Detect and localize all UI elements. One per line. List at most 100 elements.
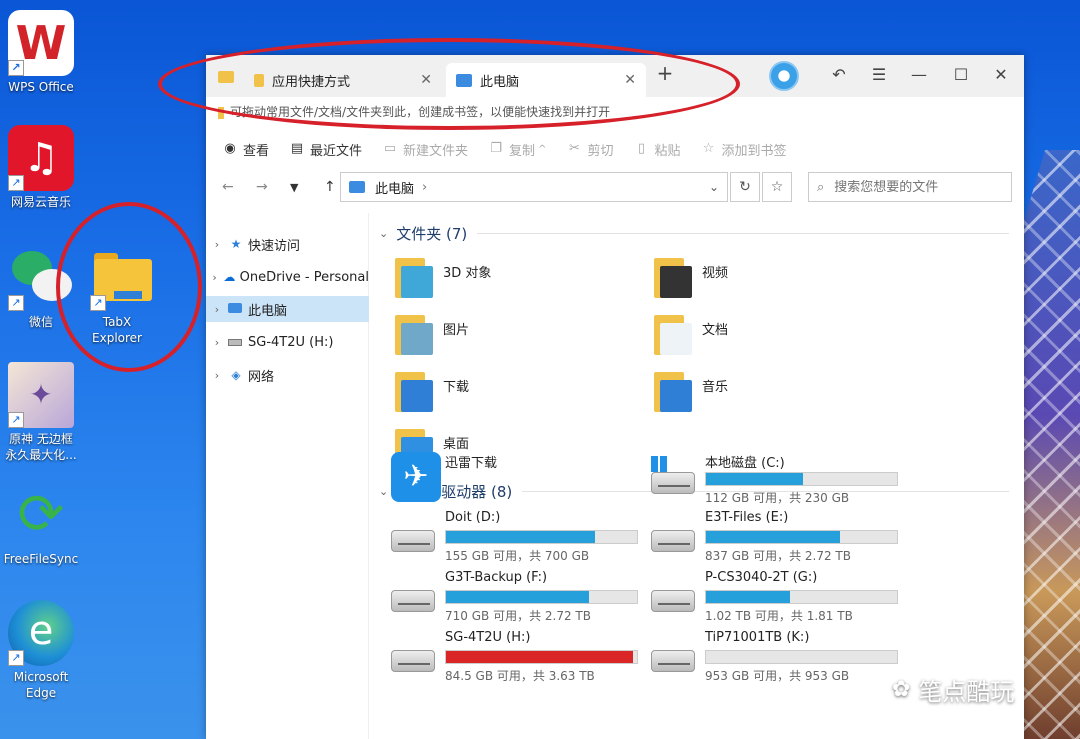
- shortcut-arrow-icon: ↗: [90, 295, 106, 311]
- folder-icon: [395, 313, 433, 355]
- chevron-right-icon[interactable]: ›: [206, 303, 228, 316]
- undo-icon[interactable]: ↶: [826, 65, 852, 84]
- close-tab-icon[interactable]: ✕: [624, 72, 636, 88]
- paste-icon: ▯: [637, 141, 646, 156]
- sidebar-item-onedrive[interactable]: › ☁ OneDrive - Personal: [206, 264, 369, 290]
- view-label: 查看: [243, 143, 270, 159]
- close-window-button[interactable]: ✕: [988, 65, 1014, 84]
- add-bookmark-button[interactable]: ☆ 添加到书签: [700, 140, 787, 159]
- folder-item[interactable]: 下载: [395, 370, 469, 418]
- bookmark-star-button[interactable]: ☆: [762, 172, 792, 202]
- usage-bar-fill: [446, 591, 590, 603]
- sidebar-item-sg-drive[interactable]: › SG-4T2U (H:): [206, 329, 369, 355]
- paste-button[interactable]: ▯ 粘贴: [633, 140, 681, 159]
- usage-bar-fill: [706, 591, 791, 603]
- drive-icon: [651, 472, 695, 494]
- recent-label: 最近文件: [310, 143, 363, 159]
- view-button[interactable]: ◉ 查看: [222, 140, 269, 159]
- folder-icon: [254, 73, 264, 87]
- tab-app-shortcuts[interactable]: 应用快捷方式 ✕: [244, 63, 442, 97]
- sidebar-item-quick-access[interactable]: › ★ 快速访问: [206, 231, 369, 257]
- eye-icon: ◉: [224, 141, 236, 156]
- desktop-icon-genshin[interactable]: ✦ ↗ 原神 无边框 永久最大化...: [1, 362, 81, 463]
- folder-item[interactable]: 文档: [654, 313, 728, 361]
- drive-item[interactable]: TiP71001TB (K:) 953 GB 可用，共 953 GB: [651, 630, 901, 686]
- drive-item[interactable]: E3T-Files (E:) 837 GB 可用，共 2.72 TB: [651, 510, 901, 566]
- folder-icon[interactable]: [218, 71, 234, 83]
- close-tab-icon[interactable]: ✕: [420, 72, 432, 88]
- account-avatar-icon[interactable]: [769, 61, 799, 91]
- sidebar-item-network[interactable]: › ◈ 网络: [206, 362, 369, 388]
- desktop-icon-label: TabX Explorer: [92, 315, 142, 345]
- history-dropdown-icon[interactable]: ▼: [290, 181, 298, 194]
- drive-space: 953 GB 可用，共 953 GB: [705, 669, 850, 683]
- desktop-icon-wechat[interactable]: ↗ 微信: [1, 245, 81, 330]
- desktop-icon-label: 微信: [28, 315, 53, 329]
- desktop-icon-freefilesync[interactable]: ⟳ FreeFileSync: [1, 482, 81, 567]
- folder-item[interactable]: 3D 对象: [395, 256, 491, 304]
- drive-item[interactable]: P-CS3040-2T (G:) 1.02 TB 可用，共 1.81 TB: [651, 570, 901, 626]
- drive-item[interactable]: ✈ 迅雷下载: [391, 452, 641, 508]
- drive-name: 本地磁盘 (C:): [705, 456, 785, 471]
- chevron-right-icon[interactable]: ›: [206, 336, 228, 349]
- shortcut-arrow-icon: ↗: [8, 60, 24, 76]
- watermark: ✿ 笔点酷玩: [892, 672, 1014, 707]
- computer-icon: [349, 181, 365, 193]
- back-arrow-icon[interactable]: ←: [222, 179, 234, 195]
- address-row: ← → ▼ ↑ 此电脑 › ⌄ ↻ ☆ ⌕: [206, 170, 1024, 204]
- folder-name: 文档: [702, 323, 729, 338]
- folder-item[interactable]: 图片: [395, 313, 469, 361]
- folder-item[interactable]: 音乐: [654, 370, 728, 418]
- chevron-right-icon[interactable]: ›: [206, 271, 223, 284]
- copy-icon: ❐: [490, 141, 502, 156]
- desktop-icon-tabx-explorer[interactable]: ↗ TabX Explorer: [77, 245, 157, 346]
- desktop-icon-wps[interactable]: W ↗ WPS Office: [1, 10, 81, 95]
- search-box[interactable]: ⌕: [808, 172, 1012, 202]
- folders-section-header[interactable]: ⌄ 文件夹 (7): [379, 223, 1009, 244]
- drive-name: TiP71001TB (K:): [705, 630, 810, 645]
- chevron-right-icon[interactable]: ›: [206, 238, 228, 251]
- drive-space: 84.5 GB 可用，共 3.63 TB: [445, 669, 595, 683]
- forward-arrow-icon[interactable]: →: [256, 179, 268, 195]
- sidebar-item-label: 网络: [248, 369, 275, 385]
- sidebar-item-label: 此电脑: [248, 303, 288, 319]
- desktop-icon-edge[interactable]: e ↗ Microsoft Edge: [1, 600, 81, 701]
- up-arrow-icon[interactable]: ↑: [324, 179, 336, 195]
- search-input[interactable]: [834, 179, 995, 195]
- folder-name: 音乐: [702, 380, 729, 395]
- drive-item[interactable]: Doit (D:) 155 GB 可用，共 700 GB: [391, 510, 641, 566]
- new-tab-button[interactable]: +: [652, 61, 678, 85]
- drive-name: Doit (D:): [445, 510, 501, 525]
- section-title: 文件夹 (7): [396, 225, 468, 243]
- minimize-button[interactable]: —: [906, 65, 932, 84]
- copy-button[interactable]: ❐ 复制 ^: [488, 140, 546, 159]
- bookmark-hint-text: 可拖动常用文件/文档/文件夹到此，创建成书签，以便能快速找到并打开: [230, 105, 611, 119]
- drive-icon: [391, 590, 435, 612]
- drive-item[interactable]: G3T-Backup (F:) 710 GB 可用，共 2.72 TB: [391, 570, 641, 626]
- drive-icon: [651, 590, 695, 612]
- cut-button[interactable]: ✂ 剪切: [566, 140, 613, 159]
- address-bar[interactable]: 此电脑 › ⌄: [340, 172, 728, 202]
- drive-item[interactable]: SG-4T2U (H:) 84.5 GB 可用，共 3.63 TB: [391, 630, 641, 686]
- address-path: 此电脑: [375, 181, 415, 197]
- desktop-icon-netease-music[interactable]: ♫ ↗ 网易云音乐: [1, 125, 81, 210]
- usage-bar: [705, 650, 898, 664]
- drive-space: 710 GB 可用，共 2.72 TB: [445, 609, 591, 623]
- chevron-down-icon[interactable]: ⌄: [709, 180, 719, 194]
- tab-this-pc[interactable]: 此电脑 ✕: [446, 63, 646, 97]
- network-icon: ◈: [231, 367, 241, 382]
- recent-files-button[interactable]: ▤ 最近文件: [289, 140, 362, 159]
- divider: [477, 233, 1009, 234]
- chevron-right-icon[interactable]: ›: [206, 369, 228, 382]
- maximize-button[interactable]: ☐: [948, 65, 974, 84]
- menu-icon[interactable]: ☰: [866, 65, 892, 84]
- new-folder-button[interactable]: ▭ 新建文件夹: [382, 140, 468, 159]
- folder-item[interactable]: 视频: [654, 256, 728, 304]
- usage-bar-fill: [446, 531, 595, 543]
- sidebar-item-this-pc[interactable]: › 此电脑: [206, 296, 369, 322]
- folder-name: 下载: [443, 380, 470, 395]
- drive-item[interactable]: 本地磁盘 (C:) 112 GB 可用，共 230 GB: [651, 452, 901, 508]
- folder-icon: [395, 256, 433, 298]
- refresh-button[interactable]: ↻: [730, 172, 760, 202]
- breadcrumb-separator[interactable]: ›: [422, 180, 427, 195]
